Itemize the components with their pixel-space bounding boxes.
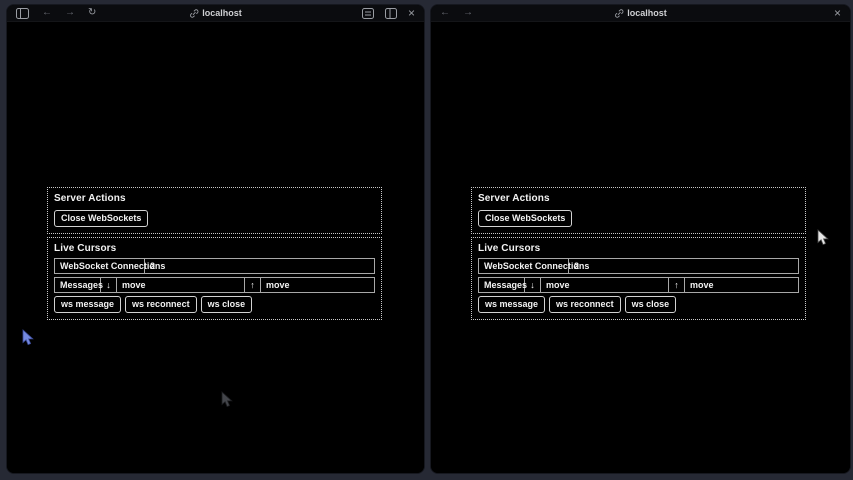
browser-window-left: ← → ↻ localhost	[6, 4, 425, 474]
ws-message-button[interactable]: ws message	[478, 296, 545, 313]
close-icon[interactable]: ×	[834, 7, 841, 19]
controls-panel: Server Actions Close WebSockets Live Cur…	[47, 187, 382, 323]
titlebar-window-controls: ×	[362, 7, 415, 19]
server-actions-title: Server Actions	[478, 193, 799, 204]
ws-reconnect-button[interactable]: ws reconnect	[549, 296, 621, 313]
close-websockets-button[interactable]: Close WebSockets	[54, 210, 148, 227]
forward-icon[interactable]: →	[65, 8, 75, 18]
titlebar-left[interactable]: ← → ↻ localhost	[7, 5, 424, 22]
page-title: localhost	[202, 8, 242, 18]
last-received-message: move	[541, 278, 669, 292]
arrow-down-icon: ↓	[101, 278, 117, 292]
back-icon[interactable]: ←	[42, 8, 52, 18]
server-actions-title: Server Actions	[54, 193, 375, 204]
close-icon[interactable]: ×	[408, 7, 415, 19]
server-actions-section: Server Actions Close WebSockets	[47, 187, 382, 234]
connections-label: WebSocket Connections	[55, 259, 145, 273]
connections-row: WebSocket Connections 2	[478, 258, 799, 274]
back-icon[interactable]: ←	[440, 8, 450, 18]
live-cursors-section: Live Cursors WebSocket Connections 2 Mes…	[471, 237, 806, 320]
address-title-right: localhost	[614, 5, 667, 21]
page-title: localhost	[627, 8, 667, 18]
browser-window-right: ← → localhost × Server Actions Close Web…	[430, 4, 851, 474]
live-cursors-title: Live Cursors	[478, 243, 799, 254]
last-sent-message: move	[685, 278, 798, 292]
arrow-down-icon: ↓	[525, 278, 541, 292]
messages-label: Messages	[479, 278, 525, 292]
close-websockets-button[interactable]: Close WebSockets	[478, 210, 572, 227]
link-icon	[189, 9, 198, 18]
ws-reconnect-button[interactable]: ws reconnect	[125, 296, 197, 313]
titlebar-right[interactable]: ← → localhost ×	[431, 5, 850, 22]
connections-count: 2	[569, 259, 798, 273]
titlebar-window-controls: ×	[834, 7, 841, 19]
reader-view-icon[interactable]	[362, 8, 374, 19]
live-cursors-title: Live Cursors	[54, 243, 375, 254]
ws-close-button[interactable]: ws close	[625, 296, 677, 313]
titlebar-nav-controls: ← →	[440, 8, 473, 18]
last-received-message: move	[117, 278, 245, 292]
link-icon	[614, 9, 623, 18]
arrow-up-icon: ↑	[245, 278, 261, 292]
ws-buttons-row: ws message ws reconnect ws close	[478, 296, 799, 313]
ws-message-button[interactable]: ws message	[54, 296, 121, 313]
forward-icon[interactable]: →	[463, 8, 473, 18]
server-actions-section: Server Actions Close WebSockets	[471, 187, 806, 234]
ws-close-button[interactable]: ws close	[201, 296, 253, 313]
address-title-left: localhost	[189, 5, 242, 21]
messages-row: Messages ↓ move ↑ move	[478, 277, 799, 293]
controls-panel: Server Actions Close WebSockets Live Cur…	[471, 187, 806, 323]
reload-icon[interactable]: ↻	[88, 8, 96, 18]
sidebar-toggle-icon[interactable]	[16, 8, 29, 19]
connections-label: WebSocket Connections	[479, 259, 569, 273]
ws-buttons-row: ws message ws reconnect ws close	[54, 296, 375, 313]
connections-count: 2	[145, 259, 374, 273]
last-sent-message: move	[261, 278, 374, 292]
messages-row: Messages ↓ move ↑ move	[54, 277, 375, 293]
page-content-right: Server Actions Close WebSockets Live Cur…	[431, 22, 850, 474]
titlebar-nav-controls: ← → ↻	[16, 8, 96, 19]
live-cursors-section: Live Cursors WebSocket Connections 2 Mes…	[47, 237, 382, 320]
arrow-up-icon: ↑	[669, 278, 685, 292]
messages-label: Messages	[55, 278, 101, 292]
tab-overview-icon[interactable]	[385, 8, 397, 19]
connections-row: WebSocket Connections 2	[54, 258, 375, 274]
page-content-left: Server Actions Close WebSockets Live Cur…	[7, 22, 424, 474]
